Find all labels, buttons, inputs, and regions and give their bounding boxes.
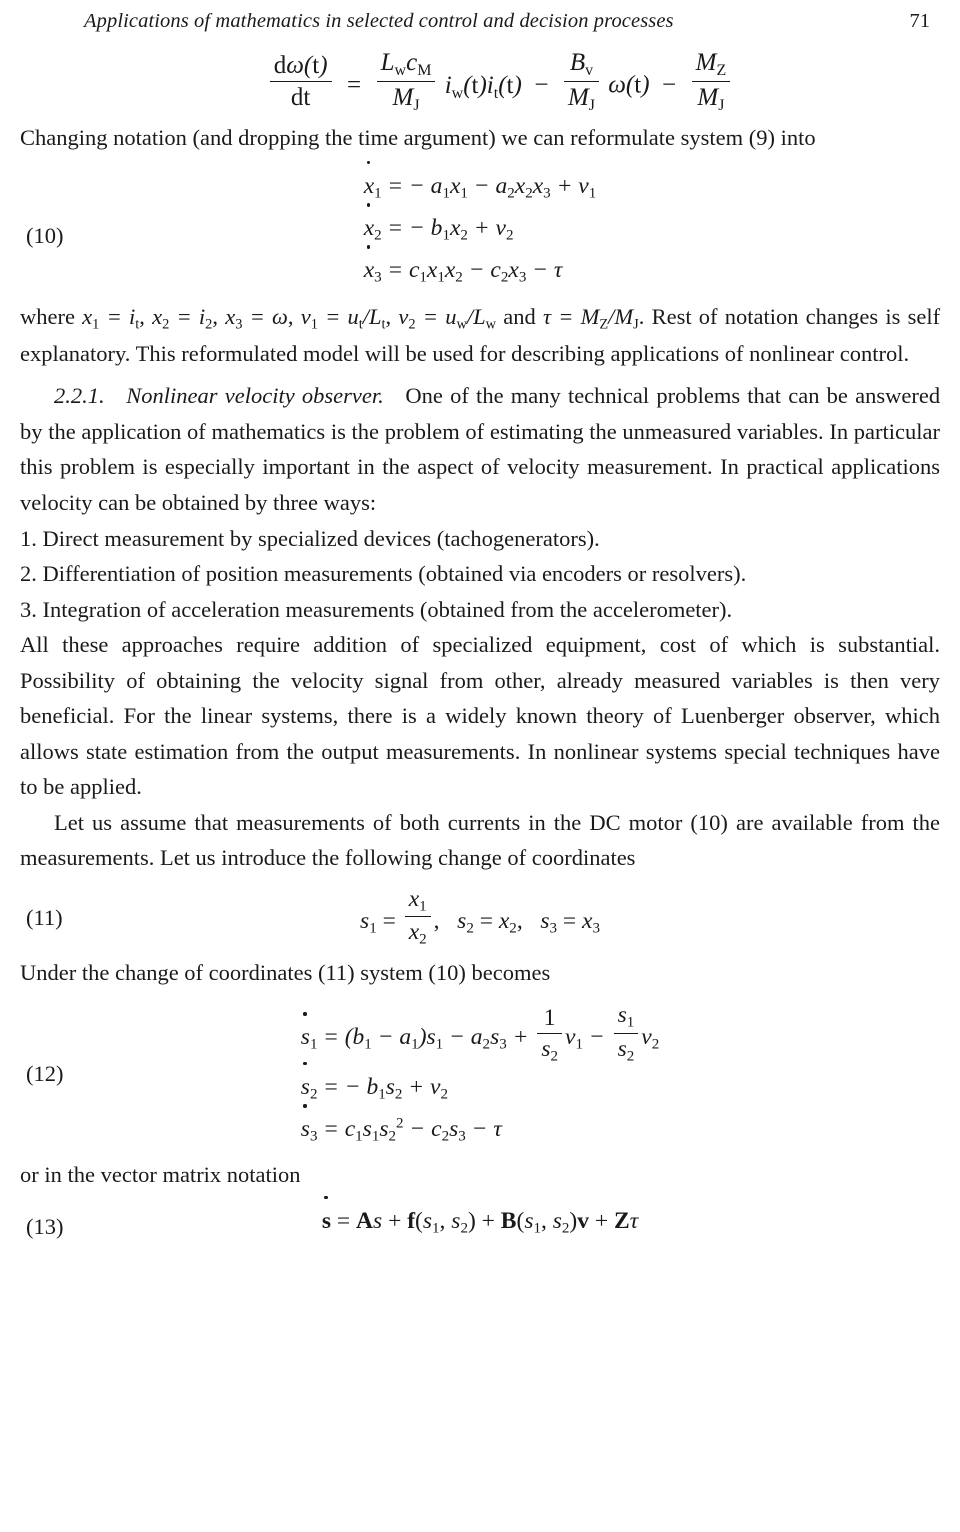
section-number: 2.2.1. (54, 383, 105, 409)
motor-term1-tail: iw(t)it(t) (444, 71, 522, 102)
equation-13-block: (13) s = As + f(s1, s2) + B(s1, s2)v + Z… (20, 1195, 940, 1241)
equation-11-block: (11) s1 = x1 x2 , s2 = x2, s3 = x3 (20, 886, 940, 949)
motor-term2-fraction: Bv MJ (563, 49, 599, 114)
paragraph-reformulate: Changing notation (and dropping the time… (20, 125, 816, 151)
body-text: Changing notation (and dropping the time… (12, 120, 948, 1241)
running-head-title: Applications of mathematics in selected … (84, 10, 674, 32)
list-item-1: 1. Direct measurement by specialized dev… (20, 525, 600, 551)
equation-11-body: s1 = x1 x2 , s2 = x2, s3 = x3 (360, 886, 600, 949)
equation-12-row-1: s1 = (b1 − a1)s1 − a2s3 + 1 s2 v1 − s1 s2 v2 (300, 1002, 660, 1065)
motor-minus-1: − (528, 71, 555, 99)
equation-10-block: (10) x1 = − a1x1 − a2x2x3 + v1 x2 = − b1… (20, 160, 940, 293)
equation-10-row-2: x2 = − b1x2 + v2 (364, 203, 597, 250)
motor-term1-fraction: LwcM MJ (376, 49, 436, 114)
equation-12-tag: (12) (26, 1061, 64, 1087)
section-title: Nonlinear velocity observer. (126, 383, 384, 409)
equation-motor: dω(t) dt = LwcM MJ iw(t)it(t) − Bv MJ ω(… (12, 49, 948, 114)
paper-page: Applications of mathematics in selected … (0, 0, 960, 1532)
motor-term2-tail: ω(t) (608, 71, 650, 99)
equation-13-body: s = As + f(s1, s2) + B(s1, s2)v + Zτ (20, 1195, 940, 1241)
equation-10-row-1: x1 = − a1x1 − a2x2x3 + v1 (364, 160, 596, 208)
running-head: Applications of mathematics in selected … (12, 0, 948, 33)
equation-12-block: (12) s1 = (b1 − a1)s1 − a2s3 + 1 s2 v1 − s… (20, 1000, 940, 1151)
equation-10-row-3: x3 = c1x1x2 − c2x3 − τ (364, 245, 597, 292)
list-item-2: 2. Differentiation of position measureme… (20, 561, 747, 587)
paragraph-where: where x1 = it, x2 = i2, x3 = ω, v1 = ut/… (20, 303, 941, 366)
equation-13-tag: (13) (26, 1214, 64, 1240)
equation-10-tag: (10) (26, 222, 64, 248)
equation-12-row-3: s3 = c1s1s22 − c2s3 − τ (301, 1104, 659, 1151)
paragraph-assume: Let us assume that measurements of both … (20, 809, 940, 871)
equation-12-rows: s1 = (b1 − a1)s1 − a2s3 + 1 s2 v1 − s1 s2 v2… (301, 1000, 659, 1151)
equation-11-tag: (11) (26, 905, 63, 931)
equation-12-row-2: s2 = − b1s2 + v2 (301, 1061, 659, 1109)
paragraph-under-change: Under the change of coordinates (11) sys… (20, 959, 551, 985)
paragraph-section-221: 2.2.1. Nonlinear velocity observer. One … (20, 378, 940, 520)
list-item-3: 3. Integration of acceleration measureme… (20, 596, 733, 622)
equation-10-rows: x1 = − a1x1 − a2x2x3 + v1 x2 = − b1x2 + … (364, 160, 597, 293)
motor-term3-fraction: MZ MJ (691, 49, 731, 114)
motor-minus-2: − (655, 71, 683, 99)
page-number: 71 (909, 10, 931, 32)
motor-lhs-fraction: dω(t) dt (269, 52, 332, 112)
motor-equals: = (340, 71, 368, 99)
paragraph-approaches: All these approaches require addition of… (20, 632, 940, 800)
equation-11-fraction: x1 x2 (404, 886, 431, 949)
paragraph-vector-matrix: or in the vector matrix notation (20, 1162, 301, 1188)
